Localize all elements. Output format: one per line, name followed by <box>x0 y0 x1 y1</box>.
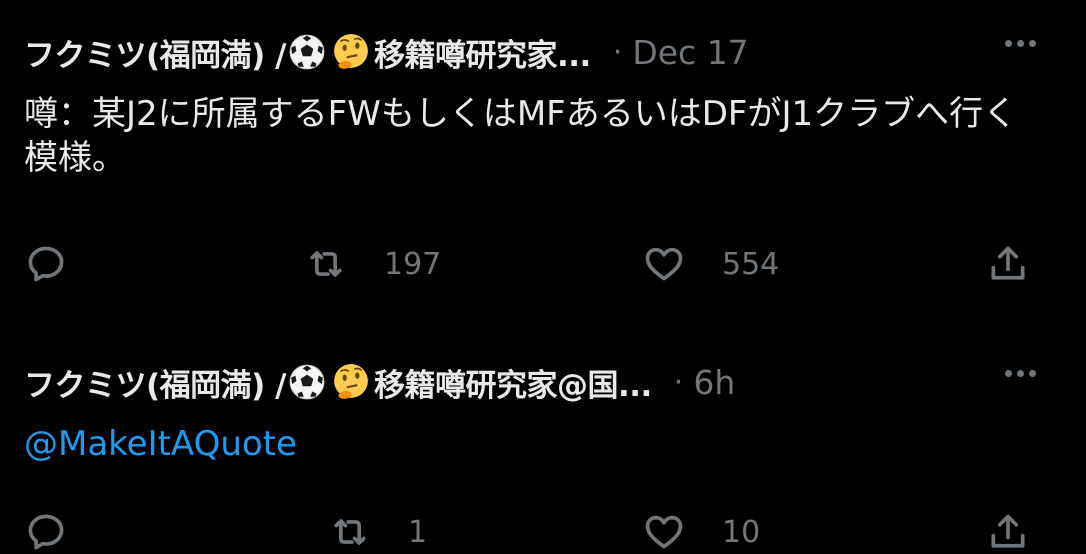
tweet[interactable]: フクミツ(福岡満) / 移籍噂研究家... · Dec 17 噂：某J2に所属す… <box>0 0 1086 330</box>
reply-button[interactable] <box>24 510 68 554</box>
reply-icon <box>28 246 64 282</box>
author-display-name[interactable]: フクミツ(福岡満) / <box>24 30 286 75</box>
tweet-actions: 1 10 <box>24 510 1064 554</box>
reply-button[interactable] <box>24 242 68 286</box>
soccer-ball-icon <box>289 364 325 400</box>
tweet-actions: 197 554 <box>24 242 1064 286</box>
reply-icon <box>28 514 64 550</box>
more-icon[interactable] <box>1005 40 1036 47</box>
tweet-header: フクミツ(福岡満) / 移籍噂研究家@国... · 6h <box>24 360 1064 404</box>
like-count: 554 <box>722 246 780 282</box>
like-icon <box>645 515 683 549</box>
like-count: 10 <box>722 514 761 550</box>
tweet-text: 噂：某J2に所属するFWもしくはMFあるいはDFがJ1クラブへ行く模様。 <box>24 94 1018 178</box>
retweet-count: 197 <box>384 246 442 282</box>
retweet-button[interactable]: 1 <box>328 510 427 554</box>
share-button[interactable] <box>986 510 1030 554</box>
thinking-face-icon <box>334 364 368 399</box>
separator-dot: · <box>673 364 684 400</box>
separator-dot: · <box>612 34 623 70</box>
author-display-name[interactable]: フクミツ(福岡満) / <box>24 360 286 405</box>
retweet-icon <box>310 251 342 277</box>
retweet-button[interactable]: 197 <box>304 242 441 286</box>
soccer-ball-icon <box>289 34 325 70</box>
author-name[interactable]: フクミツ(福岡満) / 移籍噂研究家@国... <box>24 360 652 405</box>
author-handle-tail[interactable]: 移籍噂研究家@国... <box>374 360 652 405</box>
like-button[interactable]: 554 <box>642 242 779 286</box>
author-name[interactable]: フクミツ(福岡満) / 移籍噂研究家... <box>24 30 591 75</box>
like-icon <box>645 247 683 281</box>
tweet[interactable]: フクミツ(福岡満) / 移籍噂研究家@国... · 6h @MakeItAQuo… <box>0 330 1086 552</box>
share-icon <box>991 246 1025 280</box>
tweet-timestamp[interactable]: Dec 17 <box>632 33 748 72</box>
more-icon[interactable] <box>1005 370 1036 377</box>
thinking-face-icon <box>334 34 368 69</box>
mention-link[interactable]: @MakeItAQuote <box>24 424 297 464</box>
tweet-timestamp[interactable]: 6h <box>693 363 735 402</box>
retweet-icon <box>334 519 366 545</box>
tweet-text: @MakeItAQuote <box>24 422 1044 466</box>
share-button[interactable] <box>986 242 1030 286</box>
share-icon <box>991 514 1025 548</box>
retweet-count: 1 <box>408 514 428 550</box>
author-handle-tail[interactable]: 移籍噂研究家... <box>374 30 591 75</box>
tweet-header: フクミツ(福岡満) / 移籍噂研究家... · Dec 17 <box>24 30 1064 74</box>
like-button[interactable]: 10 <box>642 510 760 554</box>
